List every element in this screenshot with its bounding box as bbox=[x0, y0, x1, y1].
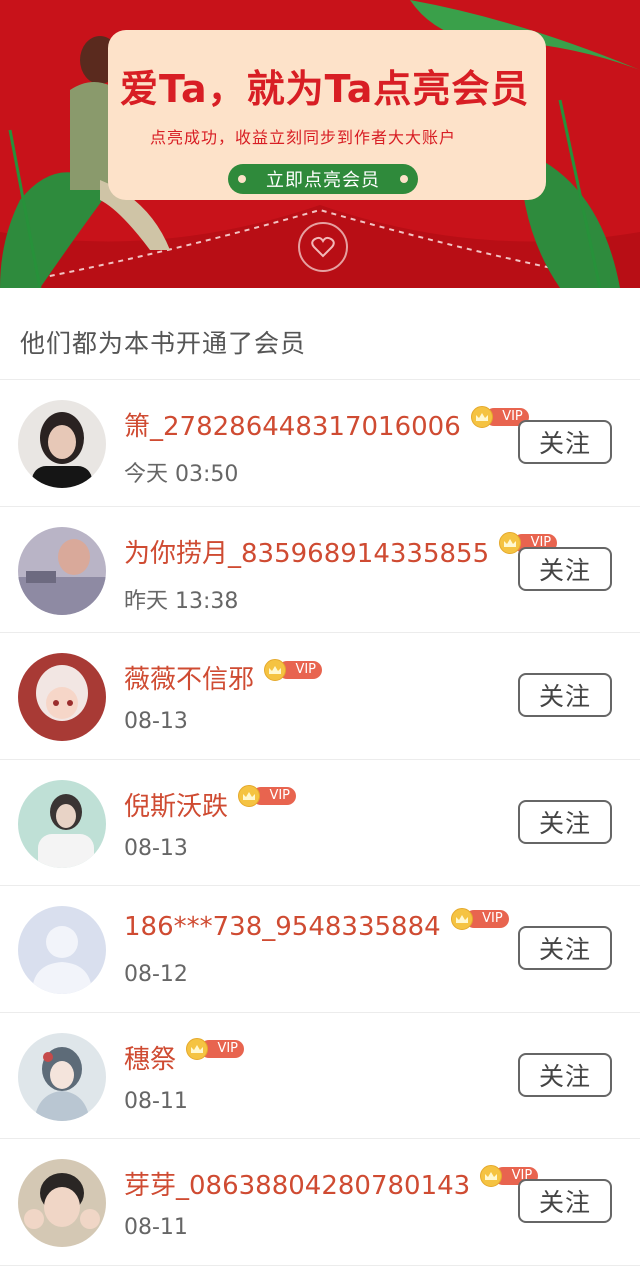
avatar[interactable] bbox=[18, 400, 106, 488]
member-name[interactable]: 倪斯沃跌 bbox=[124, 786, 228, 823]
member-row[interactable]: 186***738_9548335884 VIP 08-12 关注 bbox=[0, 886, 640, 1013]
banner-subtitle: 点亮成功，收益立刻同步到作者大大账户 bbox=[150, 128, 457, 147]
member-row[interactable]: 薇薇不信邪 VIP 08-13 关注 bbox=[0, 633, 640, 760]
vip-badge: VIP bbox=[264, 658, 323, 681]
avatar[interactable] bbox=[18, 779, 106, 868]
member-time: 08-11 bbox=[124, 1215, 188, 1240]
avatar[interactable] bbox=[18, 653, 106, 741]
avatar-anime-scene bbox=[18, 526, 106, 615]
avatar-kid-photo bbox=[18, 1159, 106, 1247]
follow-button[interactable]: 关注 bbox=[518, 926, 612, 970]
avatar-anime-hanfu bbox=[18, 1032, 106, 1121]
default-avatar-icon bbox=[18, 906, 106, 994]
member-name-line: 薇薇不信邪 VIP bbox=[124, 658, 323, 696]
vip-badge: VIP bbox=[450, 908, 509, 930]
member-name[interactable]: 186***738_9548335884 bbox=[124, 912, 441, 942]
member-row[interactable]: 箫_278286448317016006 VIP 今天 03:50 关注 bbox=[0, 380, 640, 507]
crown-icon bbox=[450, 908, 473, 930]
vip-badge: VIP bbox=[186, 1038, 245, 1060]
follow-button[interactable]: 关注 bbox=[518, 1179, 612, 1223]
member-row[interactable]: 穗祭 VIP 08-11 关注 bbox=[0, 1013, 640, 1139]
follow-button[interactable]: 关注 bbox=[518, 546, 612, 591]
avatar[interactable] bbox=[18, 1159, 106, 1247]
crown-icon bbox=[480, 1164, 503, 1187]
follow-button[interactable]: 关注 bbox=[518, 673, 612, 717]
member-name-line: 芽芽_08638804280780143 VIP bbox=[124, 1164, 539, 1202]
follow-button[interactable]: 关注 bbox=[518, 1052, 612, 1097]
avatar-dark-hair bbox=[18, 400, 106, 488]
follow-button[interactable]: 关注 bbox=[518, 420, 612, 464]
follow-button[interactable]: 关注 bbox=[518, 799, 612, 844]
member-name-line: 穗祭 VIP bbox=[124, 1038, 245, 1076]
avatar[interactable] bbox=[18, 526, 106, 615]
avatar-photo-girl bbox=[18, 779, 106, 868]
vip-badge: VIP bbox=[238, 785, 297, 807]
crown-icon bbox=[264, 658, 287, 681]
member-name[interactable]: 为你捞月_835968914335855 bbox=[124, 533, 489, 570]
avatar[interactable] bbox=[18, 906, 106, 994]
member-name[interactable]: 薇薇不信邪 bbox=[124, 659, 254, 696]
member-name-line: 为你捞月_835968914335855 VIP bbox=[124, 532, 558, 570]
member-time: 08-11 bbox=[124, 1088, 188, 1114]
crown-icon bbox=[470, 405, 493, 428]
member-row[interactable]: 倪斯沃跌 VIP 08-13 关注 bbox=[0, 760, 640, 886]
member-name-line: 186***738_9548335884 VIP bbox=[124, 908, 509, 942]
member-name[interactable]: 芽芽_08638804280780143 bbox=[124, 1165, 470, 1202]
heart-seal-icon bbox=[298, 222, 348, 272]
membership-banner[interactable]: 爱Ta，就为Ta点亮会员 点亮成功，收益立刻同步到作者大大账户 立即点亮会员 bbox=[0, 0, 640, 288]
member-time: 今天 03:50 bbox=[124, 462, 239, 487]
member-name[interactable]: 穗祭 bbox=[124, 1039, 176, 1076]
member-row[interactable]: 为你捞月_835968914335855 VIP 昨天 13:38 关注 bbox=[0, 507, 640, 633]
crown-icon bbox=[238, 785, 261, 807]
light-up-membership-button[interactable]: 立即点亮会员 bbox=[228, 164, 418, 194]
member-list: 箫_278286448317016006 VIP 今天 03:50 关注 为你捞… bbox=[0, 380, 640, 1266]
avatar-anime-girl bbox=[18, 653, 106, 741]
member-time: 昨天 13:38 bbox=[124, 588, 239, 614]
member-time: 08-13 bbox=[124, 709, 188, 734]
member-row[interactable]: 芽芽_08638804280780143 VIP 08-11 关注 bbox=[0, 1139, 640, 1266]
member-time: 08-12 bbox=[124, 962, 188, 987]
section-title: 他们都为本书开通了会员 bbox=[0, 288, 640, 380]
crown-icon bbox=[186, 1038, 209, 1060]
member-name[interactable]: 箫_278286448317016006 bbox=[124, 406, 461, 443]
member-time: 08-13 bbox=[124, 835, 188, 861]
banner-title: 爱Ta，就为Ta点亮会员 bbox=[120, 67, 530, 111]
member-name-line: 倪斯沃跌 VIP bbox=[124, 785, 297, 823]
avatar[interactable] bbox=[18, 1032, 106, 1121]
member-name-line: 箫_278286448317016006 VIP bbox=[124, 405, 529, 443]
